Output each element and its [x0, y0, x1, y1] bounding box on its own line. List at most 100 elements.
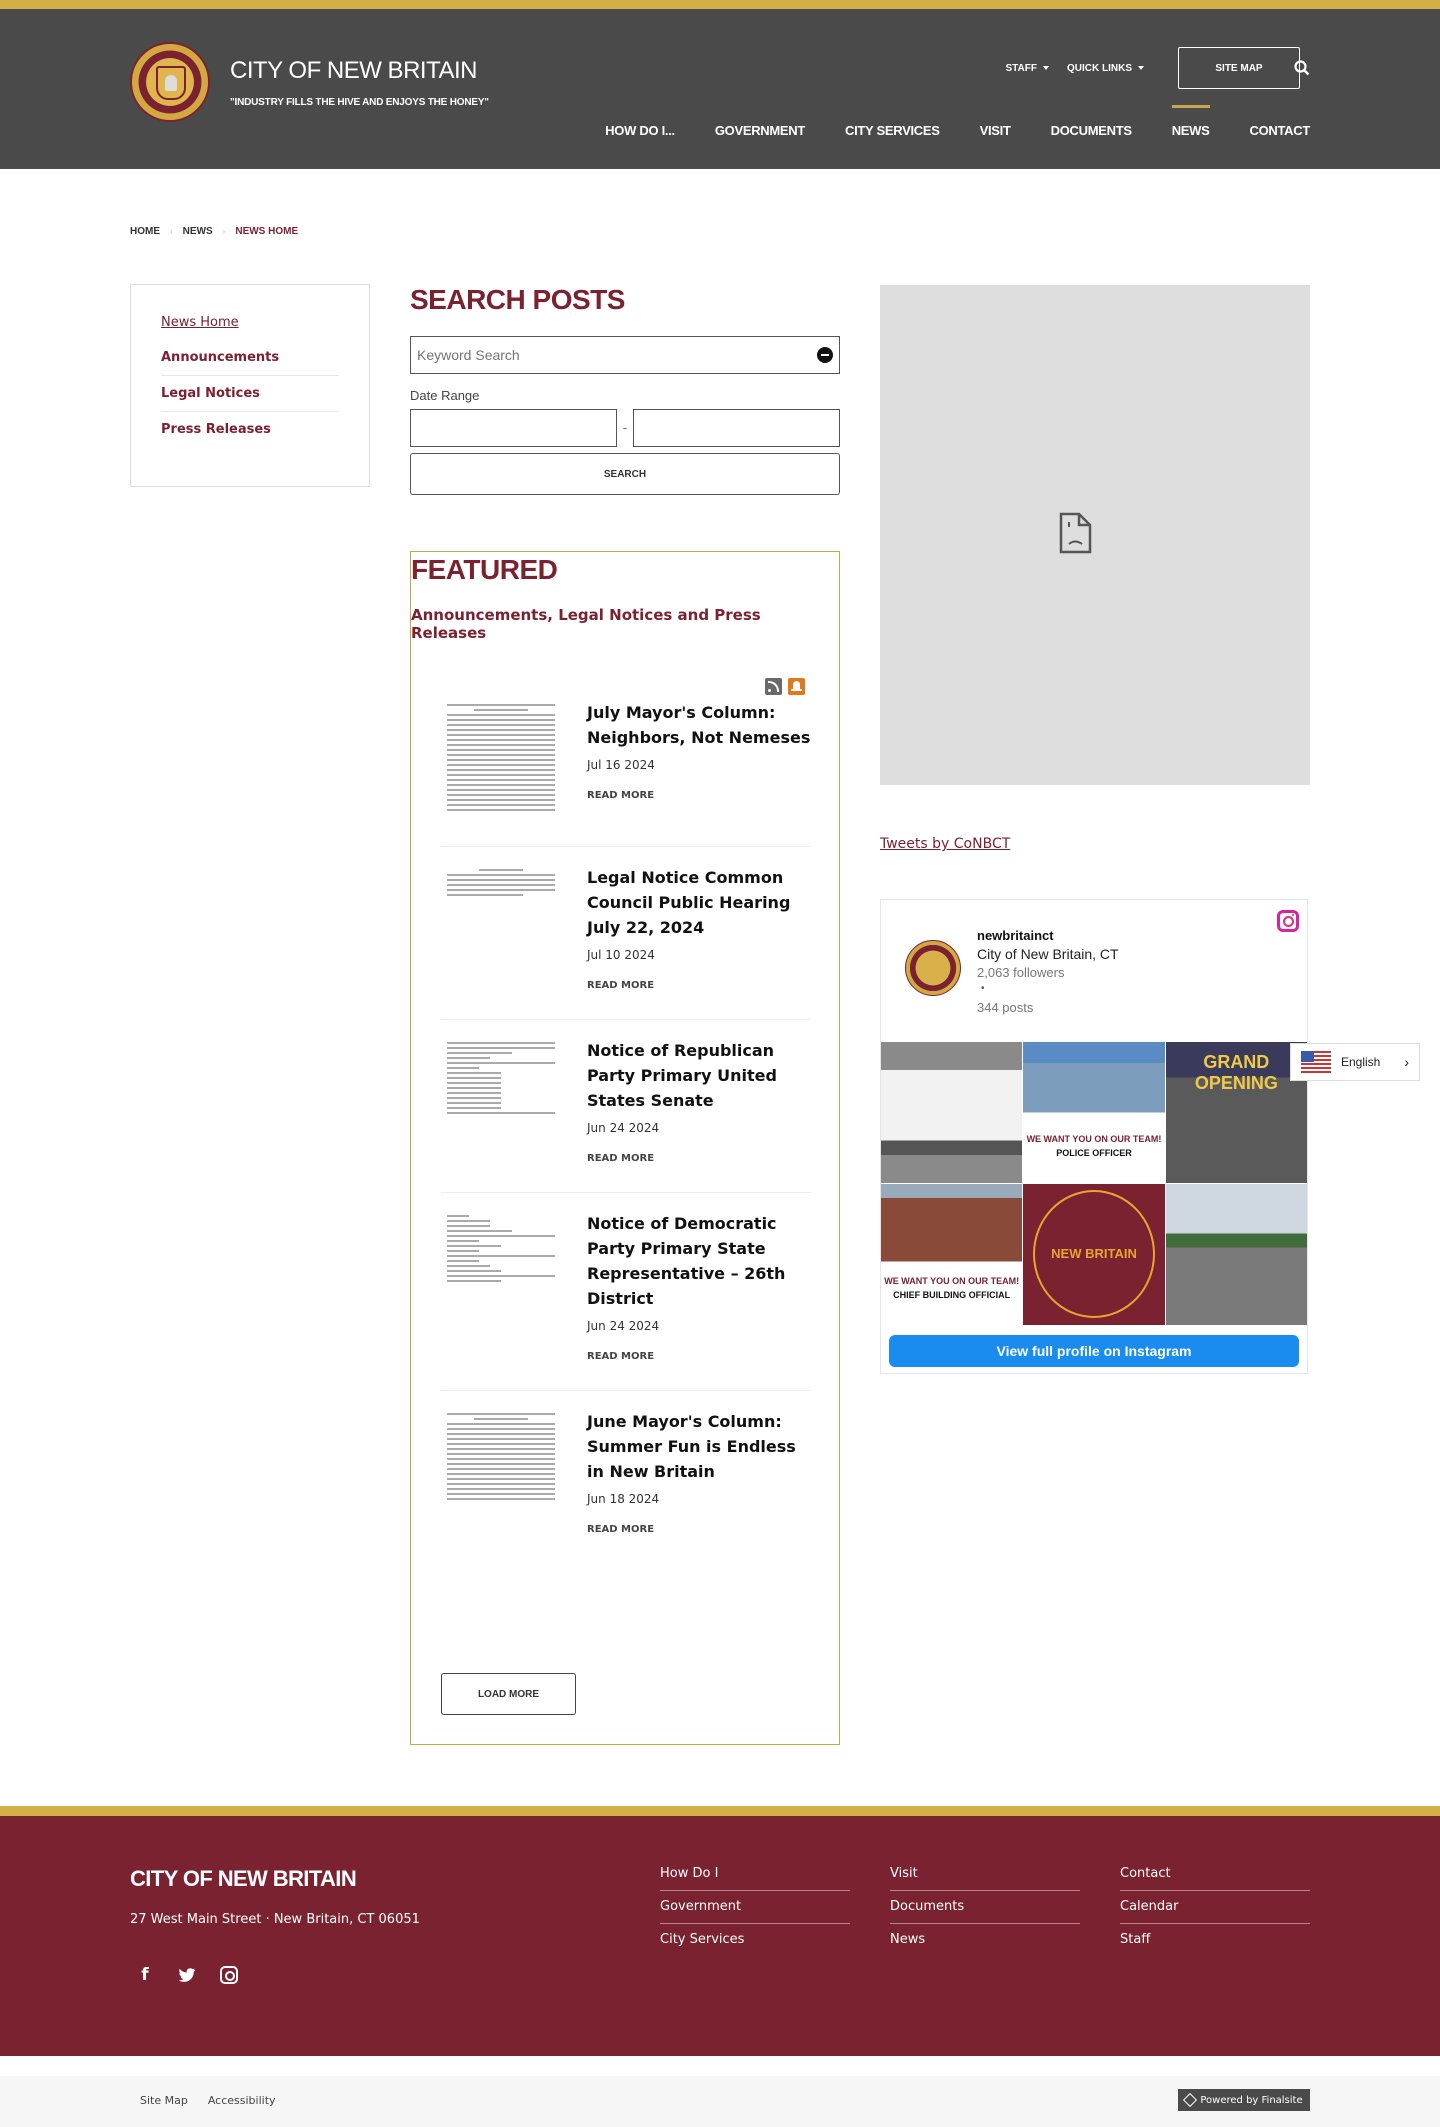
tile-caption: POLICE OFFICER: [1056, 1148, 1132, 1158]
footer-accent-bar: [0, 1806, 1440, 1816]
post-item: Notice of Republican Party Primary Unite…: [441, 1020, 811, 1193]
post-date: Jun 24 2024: [587, 1121, 660, 1135]
language-selector[interactable]: English ›: [1290, 1043, 1420, 1081]
footer-link-calendar[interactable]: Calendar: [1120, 1891, 1310, 1924]
sidebar-item-press-releases[interactable]: Press Releases: [161, 412, 339, 447]
powered-by-finalsite-badge[interactable]: Powered by Finalsite: [1178, 2089, 1310, 2111]
date-to-input[interactable]: [633, 409, 840, 447]
main-nav: HOW DO I... GOVERNMENT CITY SERVICES VIS…: [605, 105, 1311, 138]
post-title[interactable]: Notice of Democratic Party Primary State…: [587, 1211, 811, 1311]
post-title[interactable]: Notice of Republican Party Primary Unite…: [587, 1038, 811, 1113]
site-title[interactable]: CITY OF NEW BRITAIN: [230, 57, 477, 85]
broken-page-icon: [1059, 512, 1092, 554]
post-title[interactable]: Legal Notice Common Council Public Heari…: [587, 865, 811, 940]
instagram-post-tile[interactable]: WE WANT YOU ON OUR TEAM! CHIEF BUILDING O…: [881, 1184, 1023, 1325]
instagram-post-tile[interactable]: [881, 1042, 1023, 1183]
nav-how-do-i[interactable]: HOW DO I...: [605, 123, 675, 138]
search-icon[interactable]: [1294, 60, 1310, 76]
featured-section: FEATURED Announcements, Legal Notices an…: [410, 551, 840, 1745]
section-sidebar: News Home Announcements Legal Notices Pr…: [130, 284, 370, 487]
date-range-label: Date Range: [410, 388, 480, 403]
instagram-post-tile[interactable]: [1165, 1184, 1307, 1325]
site-map-button[interactable]: SITE MAP: [1178, 47, 1300, 89]
tweets-by-link[interactable]: Tweets by CoNBCT: [880, 836, 1010, 852]
featured-subtitle: Announcements, Legal Notices and Press R…: [411, 606, 761, 642]
instagram-grid: WE WANT YOU ON OUR TEAM! POLICE OFFICER G…: [881, 1042, 1307, 1325]
post-thumbnail[interactable]: [441, 1211, 571, 1362]
site-footer: CITY OF NEW BRITAIN 27 West Main Street …: [0, 1816, 1440, 2056]
search-button[interactable]: SEARCH: [410, 453, 840, 495]
read-more-link[interactable]: READ MORE: [587, 1524, 811, 1535]
instagram-post-tile[interactable]: WE WANT YOU ON OUR TEAM! POLICE OFFICER: [1023, 1042, 1165, 1183]
nav-contact[interactable]: CONTACT: [1250, 123, 1311, 138]
footer-link-city-services[interactable]: City Services: [660, 1924, 850, 1956]
instagram-followers: 2,063 followers: [977, 965, 1065, 980]
posts-list: July Mayor's Column: Neighbors, Not Neme…: [441, 682, 811, 1563]
footer-column: Visit Documents News: [890, 1858, 1080, 1956]
footer-link-staff[interactable]: Staff: [1120, 1924, 1310, 1956]
city-seal-logo[interactable]: [130, 42, 210, 122]
facebook-icon[interactable]: f: [136, 1966, 154, 1984]
footer-link-documents[interactable]: Documents: [890, 1891, 1080, 1924]
nav-visit[interactable]: VISIT: [980, 123, 1011, 138]
nav-government[interactable]: GOVERNMENT: [715, 123, 805, 138]
post-item: July Mayor's Column: Neighbors, Not Neme…: [441, 682, 811, 847]
instagram-posts-count: 344 posts: [977, 1000, 1034, 1015]
twitter-icon[interactable]: [178, 1966, 196, 1984]
instagram-icon[interactable]: [220, 1966, 238, 1984]
post-thumbnail[interactable]: [441, 1038, 571, 1164]
staff-dropdown[interactable]: STAFF: [1006, 63, 1049, 74]
load-more-button[interactable]: LOAD MORE: [441, 1673, 576, 1715]
nav-news[interactable]: NEWS: [1171, 105, 1210, 138]
breadcrumb-current: NEWS HOME: [235, 226, 299, 237]
instagram-post-tile[interactable]: NEW BRITAIN: [1023, 1184, 1165, 1325]
sidebar-item-announcements[interactable]: Announcements: [161, 340, 339, 376]
tile-caption: WE WANT YOU ON OUR TEAM!: [1026, 1134, 1162, 1144]
footer-link-visit[interactable]: Visit: [890, 1858, 1080, 1891]
date-separator: -: [622, 421, 628, 435]
post-thumbnail[interactable]: [441, 1409, 571, 1535]
read-more-link[interactable]: READ MORE: [587, 1153, 811, 1164]
footer-title: CITY OF NEW BRITAIN: [130, 1866, 357, 1891]
instagram-post-tile[interactable]: GRAND OPENING: [1165, 1042, 1307, 1183]
view-instagram-profile-button[interactable]: View full profile on Instagram: [889, 1335, 1299, 1367]
footer-address: 27 West Main Street · New Britain, CT 06…: [130, 1912, 420, 1927]
instagram-username[interactable]: newbritainct: [977, 928, 1054, 943]
nav-city-services[interactable]: CITY SERVICES: [845, 123, 940, 138]
sidebar-item-legal-notices[interactable]: Legal Notices: [161, 376, 339, 412]
read-more-link[interactable]: READ MORE: [587, 790, 811, 801]
post-title[interactable]: June Mayor's Column: Summer Fun is Endle…: [587, 1409, 811, 1484]
read-more-link[interactable]: READ MORE: [587, 1351, 811, 1362]
nav-documents[interactable]: DOCUMENTS: [1051, 123, 1132, 138]
post-thumbnail[interactable]: [441, 865, 571, 991]
date-range-row: -: [410, 409, 840, 447]
bottom-link-accessibility[interactable]: Accessibility: [208, 2094, 276, 2107]
post-title[interactable]: July Mayor's Column: Neighbors, Not Neme…: [587, 700, 811, 750]
sidebar-item-news-home[interactable]: News Home: [161, 309, 339, 340]
footer-link-contact[interactable]: Contact: [1120, 1858, 1310, 1891]
tile-caption: WE WANT YOU ON OUR TEAM!: [884, 1276, 1020, 1286]
instagram-avatar[interactable]: [905, 940, 961, 996]
footer-link-how-do-i[interactable]: How Do I: [660, 1858, 850, 1891]
date-from-input[interactable]: [410, 409, 617, 447]
post-date: Jun 24 2024: [587, 1319, 660, 1333]
footer-link-news[interactable]: News: [890, 1924, 1080, 1956]
instagram-icon[interactable]: [1277, 910, 1299, 932]
clear-search-icon[interactable]: [817, 347, 833, 363]
tile-caption: NEW BRITAIN: [1051, 1246, 1137, 1261]
top-accent-bar: [0, 0, 1440, 9]
read-more-link[interactable]: READ MORE: [587, 980, 811, 991]
post-thumbnail[interactable]: [441, 700, 571, 818]
post-date: Jul 16 2024: [587, 758, 655, 772]
quick-links-dropdown[interactable]: QUICK LINKS: [1067, 63, 1144, 74]
breadcrumb-home[interactable]: HOME: [130, 226, 160, 237]
chevron-down-icon: [1043, 66, 1049, 70]
twitter-embed-placeholder: [880, 285, 1310, 785]
instagram-separator: •: [981, 983, 985, 994]
breadcrumb-news[interactable]: NEWS: [183, 226, 213, 237]
keyword-search-input[interactable]: [417, 347, 797, 363]
social-links: f: [136, 1966, 238, 1984]
bottom-link-site-map[interactable]: Site Map: [140, 2094, 188, 2107]
footer-link-government[interactable]: Government: [660, 1891, 850, 1924]
site-header: CITY OF NEW BRITAIN "INDUSTRY FILLS THE …: [0, 9, 1440, 169]
